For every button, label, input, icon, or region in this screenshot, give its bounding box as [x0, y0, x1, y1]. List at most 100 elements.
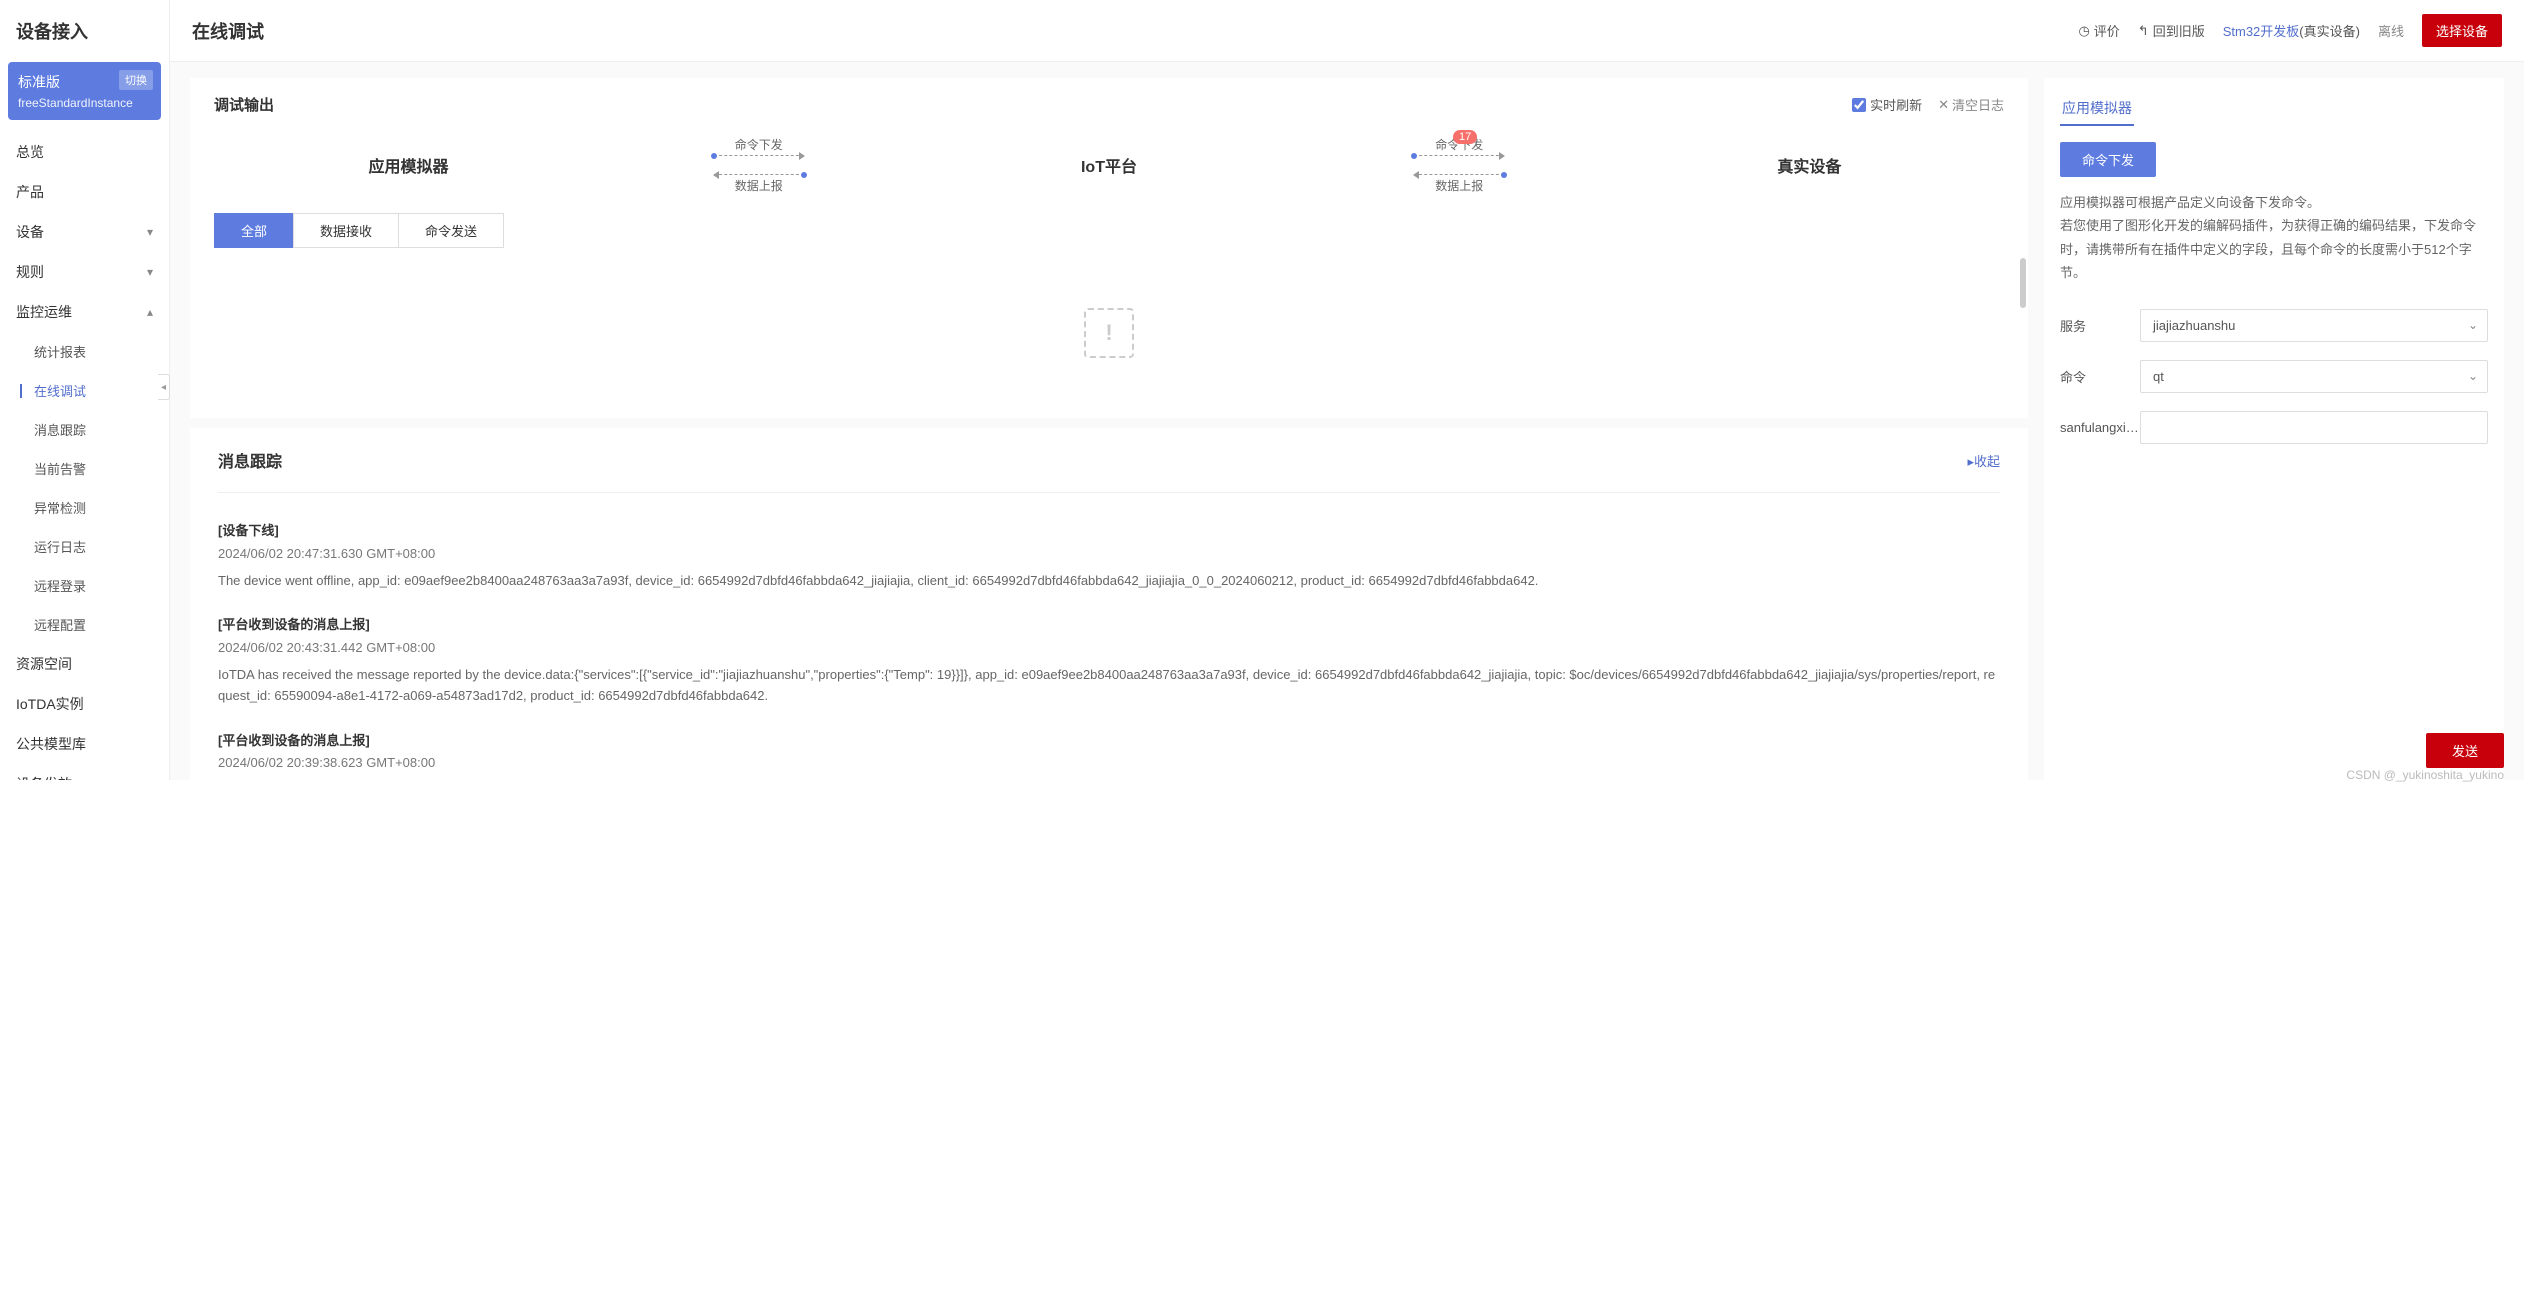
message-item: [设备下线]2024/06/02 20:47:31.630 GMT+08:00T… [218, 521, 2000, 591]
message-label: [平台收到设备的消息上报] [218, 731, 2000, 752]
simulator-pane: 应用模拟器 命令下发 应用模拟器可根据产品定义向设备下发命令。若您使用了图形化开… [2044, 78, 2504, 780]
back-icon: ↰ [2138, 23, 2149, 39]
chevron-down-icon: ▾ [147, 225, 153, 239]
switch-instance-button[interactable]: 切换 [119, 70, 153, 90]
sidebar-item-label: 总览 [16, 142, 44, 162]
message-item: [平台收到设备的消息上报]2024/06/02 20:43:31.442 GMT… [218, 615, 2000, 706]
device-type: (真实设备) [2299, 24, 2360, 39]
sidebar-item-label: 产品 [16, 182, 44, 202]
diagram-arrows-left: 命令下发 数据上报 [603, 136, 914, 194]
back-link[interactable]: ↰回到旧版 [2138, 21, 2205, 40]
debug-tab[interactable]: 命令发送 [398, 213, 504, 248]
main: 在线调试 ◷评价 ↰回到旧版 Stm32开发板(真实设备) 离线 选择设备 调试… [170, 0, 2524, 780]
sidebar-item[interactable]: 总览 [0, 132, 169, 172]
sidebar-item-label: 资源空间 [16, 654, 72, 674]
clear-log-label: 清空日志 [1952, 95, 2004, 114]
sidebar-item[interactable]: 监控运维 ▴ [0, 292, 169, 332]
badge-count: 17 [1453, 130, 1477, 144]
sidebar-item[interactable]: 公共模型库 [0, 724, 169, 764]
message-trace-section: 消息跟踪 ▸收起 [设备下线]2024/06/02 20:47:31.630 G… [190, 418, 2028, 780]
debug-tab[interactable]: 数据接收 [293, 213, 399, 248]
sidebar-item[interactable]: 设备▾ [0, 212, 169, 252]
sidebar-subitem[interactable]: 远程登录 [0, 566, 169, 605]
sidebar-subitem[interactable]: 在线调试 [0, 371, 169, 410]
diagram-arrows-right: 17 命令下发 数据上报 [1304, 136, 1615, 194]
msg-title: 消息跟踪 [218, 448, 282, 472]
msg-header: 消息跟踪 ▸收起 [218, 448, 2000, 472]
diagram-real-device: 真实设备 [1615, 133, 2004, 197]
sidebar-subitem[interactable]: 当前告警 [0, 449, 169, 488]
close-icon: ✕ [1938, 97, 1949, 113]
sidebar-subitem[interactable]: 运行日志 [0, 527, 169, 566]
sidebar-item-label: 公共模型库 [16, 734, 86, 754]
arrow-left-icon [1414, 174, 1504, 175]
external-link-icon: ↗ [143, 777, 153, 780]
sidebar-item-label: 监控运维 [16, 302, 72, 322]
sidebar-item-label: IoTDA实例 [16, 694, 84, 714]
debug-header: 调试输出 实时刷新 ✕清空日志 [190, 78, 2028, 123]
sidebar-item[interactable]: 产品 [0, 172, 169, 212]
realtime-toggle[interactable]: 实时刷新 [1852, 95, 1922, 114]
sidebar-item-label: 规则 [16, 262, 44, 282]
device-status: 离线 [2378, 21, 2404, 40]
simulator-description: 应用模拟器可根据产品定义向设备下发命令。若您使用了图形化开发的编解码插件，为获得… [2060, 191, 2488, 285]
arrow-left-icon [714, 174, 804, 175]
send-button[interactable]: 发送 [2426, 733, 2504, 768]
message-time: 2024/06/02 20:47:31.630 GMT+08:00 [218, 544, 2000, 565]
command-select-box[interactable]: qt [2140, 360, 2488, 393]
message-body: The device went offline, app_id: e09aef9… [218, 571, 2000, 592]
sidebar-subitem[interactable]: 统计报表 [0, 332, 169, 371]
sidebar-item[interactable]: 资源空间 [0, 644, 169, 684]
service-select[interactable]: jiajiazhuanshu ⌄ [2140, 309, 2488, 342]
realtime-checkbox[interactable] [1852, 98, 1866, 112]
simulator-body: 命令下发 应用模拟器可根据产品定义向设备下发命令。若您使用了图形化开发的编解码插… [2044, 126, 2504, 478]
debug-tabs: 全部数据接收命令发送 [190, 213, 2028, 248]
empty-state: ! [190, 248, 2028, 418]
content: 调试输出 实时刷新 ✕清空日志 应用模拟器 命令下发 数据上报 IoT平台 17 [170, 62, 2524, 780]
sidebar-item[interactable]: IoTDA实例 [0, 684, 169, 724]
sidebar-subitem[interactable]: 远程配置 [0, 605, 169, 644]
chevron-down-icon: ▾ [147, 265, 153, 279]
instance-card[interactable]: 标准版 freeStandardInstance 切换 [8, 62, 161, 120]
watermark: CSDN @_yukinoshita_yukino [2346, 768, 2504, 782]
sidebar-subitem[interactable]: 消息跟踪 [0, 410, 169, 449]
sidebar-item[interactable]: 设备发放 ↗ [0, 764, 169, 780]
collapse-link[interactable]: ▸收起 [1967, 451, 2000, 470]
page-title: 在线调试 [192, 18, 264, 44]
command-select[interactable]: qt ⌄ [2140, 360, 2488, 393]
chevron-down-icon: ⌄ [2468, 318, 2478, 332]
message-body: IoTDA has received the message reported … [218, 665, 2000, 707]
command-send-button[interactable]: 命令下发 [2060, 142, 2156, 177]
debug-title: 调试输出 [214, 94, 274, 115]
divider [218, 492, 2000, 493]
flow-diagram: 应用模拟器 命令下发 数据上报 IoT平台 17 命令下发 数据上报 真实设备 [190, 123, 2028, 213]
nav: 总览产品设备▾规则▾监控运维▴统计报表在线调试消息跟踪当前告警异常检测运行日志远… [0, 132, 169, 780]
message-label: [平台收到设备的消息上报] [218, 615, 2000, 636]
sidebar-item[interactable]: 规则 ▾ [0, 252, 169, 292]
device-name: Stm32开发板 [2223, 24, 2300, 39]
sidebar-subitem[interactable]: 异常检测 [0, 488, 169, 527]
arrow-data-up-label-2: 数据上报 [1435, 177, 1483, 194]
param-row: sanfulangxis... [2060, 411, 2488, 444]
select-device-button[interactable]: 选择设备 [2422, 14, 2502, 47]
simulator-tabs: 应用模拟器 [2044, 78, 2504, 126]
arrow-data-up-label: 数据上报 [735, 177, 783, 194]
debug-pane: 调试输出 实时刷新 ✕清空日志 应用模拟器 命令下发 数据上报 IoT平台 17 [190, 78, 2028, 780]
message-time: 2024/06/02 20:39:38.623 GMT+08:00 [218, 753, 2000, 774]
topbar-actions: ◷评价 ↰回到旧版 Stm32开发板(真实设备) 离线 选择设备 [2078, 14, 2502, 47]
clock-icon: ◷ [2078, 23, 2089, 39]
clear-log-link[interactable]: ✕清空日志 [1938, 95, 2004, 114]
tab-app-simulator[interactable]: 应用模拟器 [2060, 92, 2134, 126]
message-item: [平台收到设备的消息上报]2024/06/02 20:39:38.623 GMT… [218, 731, 2000, 780]
param-label: sanfulangxis... [2060, 420, 2140, 435]
sidebar-item-label: 设备发放 [16, 774, 72, 780]
diagram-iot-platform: IoT平台 [914, 133, 1303, 197]
param-input[interactable] [2140, 411, 2488, 444]
sidebar: 设备接入 标准版 freeStandardInstance 切换 总览产品设备▾… [0, 0, 170, 780]
service-select-box[interactable]: jiajiazhuanshu [2140, 309, 2488, 342]
review-link[interactable]: ◷评价 [2078, 21, 2119, 40]
scrollbar[interactable] [2020, 258, 2026, 308]
chevron-up-icon: ▴ [147, 305, 153, 319]
debug-tab[interactable]: 全部 [214, 213, 294, 248]
sidebar-collapse-handle[interactable]: ◂ [158, 374, 170, 400]
